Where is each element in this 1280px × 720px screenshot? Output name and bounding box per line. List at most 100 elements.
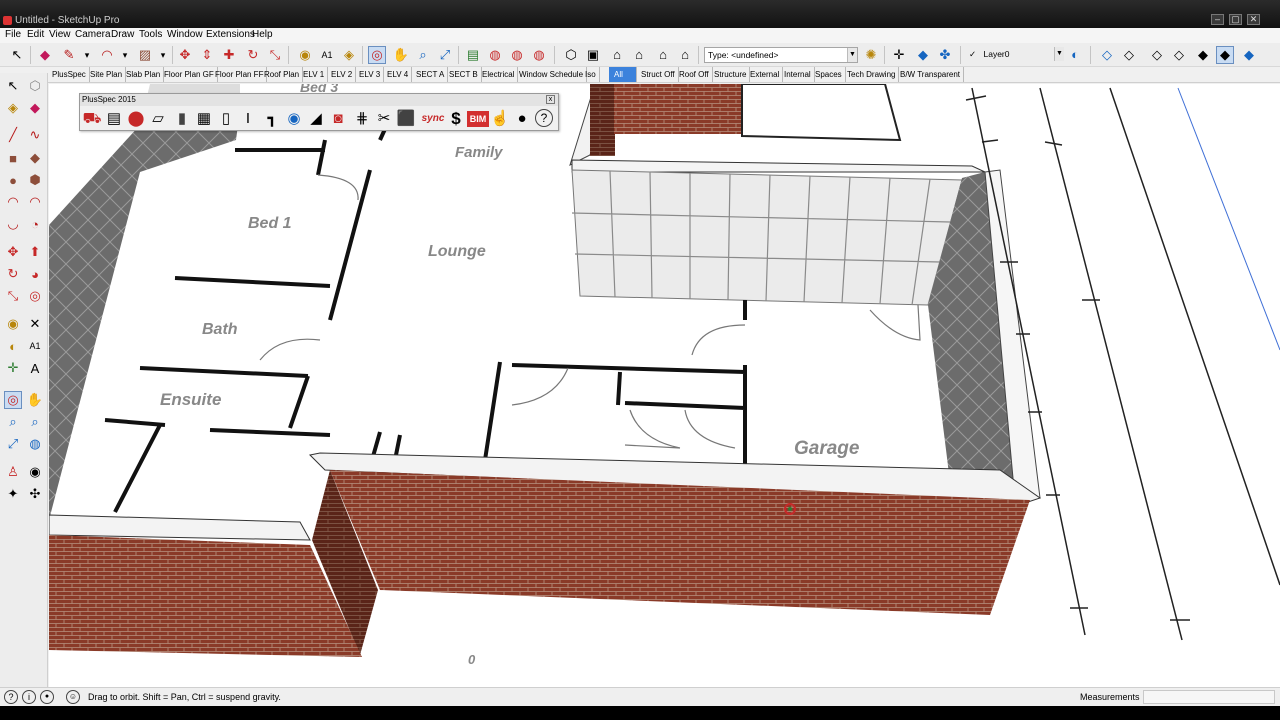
menu-camera[interactable]: Camera bbox=[75, 29, 111, 40]
credits-icon[interactable]: ☺ bbox=[66, 690, 80, 704]
tab-roof-plan[interactable]: Roof Plan bbox=[264, 67, 304, 82]
plusspec-slab-icon[interactable]: ▱ bbox=[148, 109, 168, 129]
plusspec-tools-icon[interactable]: ✂ bbox=[374, 109, 394, 129]
chevron-down-icon[interactable]: ▾ bbox=[154, 46, 172, 64]
tab-elv-3[interactable]: ELV 3 bbox=[359, 67, 385, 82]
axes-icon[interactable]: ✛ bbox=[4, 359, 22, 377]
eraser-icon[interactable]: ◆ bbox=[26, 99, 44, 117]
back-view-icon[interactable]: ⌂ bbox=[654, 46, 672, 64]
styles-icon[interactable]: ◍ bbox=[486, 46, 504, 64]
follow-me-icon[interactable]: ◕ bbox=[26, 265, 44, 283]
plusspec-report-icon[interactable]: ▤ bbox=[104, 109, 124, 129]
plusspec-help-button[interactable]: ? bbox=[535, 109, 553, 127]
measurements-input[interactable] bbox=[1143, 690, 1275, 704]
paint-bucket-icon[interactable]: ◈ bbox=[340, 46, 358, 64]
zoom-window-icon[interactable]: ⌕ bbox=[26, 413, 44, 431]
model-viewport[interactable]: Bed 3 Family Bed 1 Lounge Bath Ensuite G… bbox=[49, 84, 1280, 687]
make-component-icon[interactable]: ⬡ bbox=[26, 77, 44, 95]
rectangle-icon[interactable]: ■ bbox=[4, 149, 22, 167]
previous-view-icon[interactable]: ◍ bbox=[26, 435, 44, 453]
shaded-icon[interactable]: ◆ bbox=[1194, 46, 1212, 64]
freehand-icon[interactable]: ∿ bbox=[26, 126, 44, 144]
select-arrow-icon[interactable]: ↖ bbox=[8, 46, 26, 64]
iso-view-icon[interactable]: ⬡ bbox=[562, 46, 580, 64]
plusspec-truck-icon[interactable]: ⛟ bbox=[82, 109, 102, 129]
left-view-icon[interactable]: ⌂ bbox=[676, 46, 694, 64]
rotate-icon[interactable]: ✚ bbox=[220, 46, 238, 64]
tab-elv-4[interactable]: ELV 4 bbox=[387, 67, 413, 82]
scale-icon[interactable]: ⤡ bbox=[266, 46, 284, 64]
plusspec-globe-icon[interactable]: ◉ bbox=[284, 109, 304, 129]
tape-measure-icon[interactable]: ◉ bbox=[296, 46, 314, 64]
look-around-icon[interactable]: ✤ bbox=[936, 46, 954, 64]
help-icon[interactable]: ? bbox=[4, 690, 18, 704]
tab-site-plan[interactable]: Site Plan bbox=[90, 67, 127, 82]
shape-icon[interactable]: ▨ bbox=[136, 46, 154, 64]
user-icon[interactable]: ● bbox=[40, 690, 54, 704]
rotate-icon[interactable]: ↻ bbox=[244, 46, 262, 64]
3d-model-canvas[interactable]: Bed 3 Family Bed 1 Lounge Bath Ensuite G… bbox=[49, 84, 1280, 687]
plusspec-camera-icon[interactable]: ◙ bbox=[328, 109, 348, 129]
rotated-rectangle-icon[interactable]: ◆ bbox=[26, 149, 44, 167]
dimension-icon[interactable]: ✕ bbox=[26, 315, 44, 333]
position-camera-icon[interactable]: ◆ bbox=[914, 46, 932, 64]
extension-warehouse-icon[interactable]: ◍ bbox=[530, 46, 548, 64]
plusspec-beam-icon[interactable]: I bbox=[238, 109, 258, 129]
pushpull-icon[interactable]: ⬆ bbox=[26, 243, 44, 261]
maximize-button[interactable]: ▢ bbox=[1229, 14, 1242, 25]
3d-text-icon[interactable]: A bbox=[26, 359, 44, 377]
tab-elv-1[interactable]: ELV 1 bbox=[303, 67, 329, 82]
front-view-icon[interactable]: ⌂ bbox=[608, 46, 626, 64]
layer-combo[interactable]: ✓ Layer0 ▼ bbox=[966, 47, 1064, 63]
protractor-icon[interactable]: ◐ bbox=[4, 337, 22, 355]
plusspec-paint-icon[interactable]: ⬤ bbox=[126, 109, 146, 129]
orbit-icon[interactable]: ◎ bbox=[4, 391, 22, 409]
tab-internal[interactable]: Internal bbox=[784, 67, 815, 82]
plusspec-dot-icon[interactable]: ● bbox=[512, 109, 532, 129]
pie-icon[interactable]: ◔ bbox=[26, 215, 44, 233]
layer-manager-icon[interactable]: ◐ bbox=[1066, 46, 1084, 64]
info-icon[interactable]: i bbox=[22, 690, 36, 704]
pushpull-icon[interactable]: ⇕ bbox=[198, 46, 216, 64]
offset-icon[interactable]: ◎ bbox=[26, 287, 44, 305]
position-camera-icon[interactable]: ♙ bbox=[4, 463, 22, 481]
scale-icon[interactable]: ⤡ bbox=[4, 287, 22, 305]
tab-electrical[interactable]: Electrical bbox=[482, 67, 519, 82]
tab-spaces[interactable]: Spaces bbox=[815, 67, 846, 82]
pencil-icon[interactable]: ✎ bbox=[60, 46, 78, 64]
chevron-down-icon[interactable]: ▾ bbox=[78, 46, 96, 64]
plusspec-box-icon[interactable]: ⬛ bbox=[396, 109, 416, 129]
pan-icon[interactable]: ✋ bbox=[26, 391, 44, 409]
three-point-arc-icon[interactable]: ◡ bbox=[4, 215, 22, 233]
tab-struct-off[interactable]: Struct Off bbox=[641, 67, 679, 82]
pan-icon[interactable]: ✋ bbox=[392, 46, 410, 64]
arc-icon[interactable]: ◠ bbox=[98, 46, 116, 64]
tab-external[interactable]: External bbox=[750, 67, 784, 82]
tab-plusspec[interactable]: PlusSpec bbox=[52, 67, 90, 82]
chevron-down-icon[interactable]: ▼ bbox=[847, 48, 857, 62]
menu-edit[interactable]: Edit bbox=[27, 29, 44, 40]
menu-view[interactable]: View bbox=[49, 29, 71, 40]
paint-bucket-icon[interactable]: ◈ bbox=[4, 99, 22, 117]
minimize-button[interactable]: – bbox=[1211, 14, 1224, 25]
close-button[interactable]: ✕ bbox=[1247, 14, 1260, 25]
plusspec-cost-button[interactable]: $ bbox=[446, 109, 466, 129]
components-icon[interactable]: ▤ bbox=[464, 46, 482, 64]
arc-icon[interactable]: ◠ bbox=[4, 193, 22, 211]
tab-tech-drawing[interactable]: Tech Drawing bbox=[847, 67, 900, 82]
plusspec-sync-button[interactable]: sync bbox=[420, 109, 446, 129]
tab-sect-b[interactable]: SECT B bbox=[449, 67, 482, 82]
menu-extensions[interactable]: Extensions bbox=[206, 29, 255, 40]
look-around-icon[interactable]: ◉ bbox=[26, 463, 44, 481]
plusspec-toolbar[interactable]: PlusSpec 2015 x ⛟ ▤ ⬤ ▱ ▮ ▦ ▯ I ┓ ◉ ◢ ◙ … bbox=[79, 93, 559, 131]
walk-icon[interactable]: ✦ bbox=[4, 485, 22, 503]
tab-slab-plan[interactable]: Slab Plan bbox=[126, 67, 165, 82]
tab-floor-plan-gf[interactable]: Floor Plan GF bbox=[164, 67, 218, 82]
wireframe-icon[interactable]: ◇ bbox=[1148, 46, 1166, 64]
zoom-extents-icon[interactable]: ⤢ bbox=[4, 435, 22, 453]
circle-icon[interactable]: ● bbox=[4, 171, 22, 189]
plusspec-wall-icon[interactable]: ▮ bbox=[172, 109, 192, 129]
plusspec-hand-icon[interactable]: ☝ bbox=[490, 109, 510, 129]
tape-measure-icon[interactable]: ◉ bbox=[4, 315, 22, 333]
monochrome-icon[interactable]: ◆ bbox=[1240, 46, 1258, 64]
